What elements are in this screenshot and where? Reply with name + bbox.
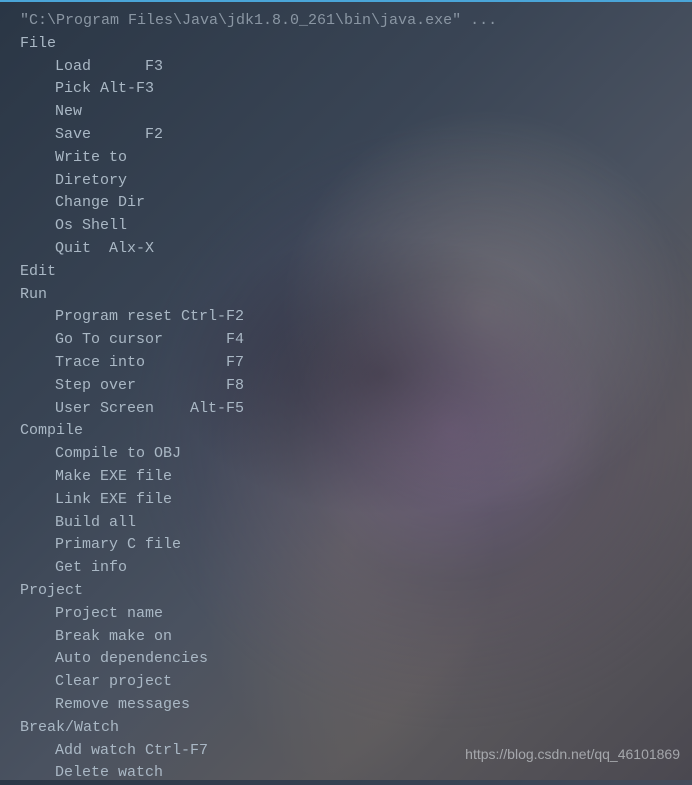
menu-item: Build all xyxy=(20,512,692,535)
menu-item: Program reset Ctrl-F2 xyxy=(20,306,692,329)
menu-item: Change Dir xyxy=(20,192,692,215)
menu-item: Load F3 xyxy=(20,56,692,79)
menu-item: Make EXE file xyxy=(20,466,692,489)
menu-section-file: File xyxy=(20,33,692,56)
menu-section-break-watch: Break/Watch xyxy=(20,717,692,740)
menu-item: User Screen Alt-F5 xyxy=(20,398,692,421)
menu-item: Os Shell xyxy=(20,215,692,238)
menu-item: Step over F8 xyxy=(20,375,692,398)
menu-item: Trace into F7 xyxy=(20,352,692,375)
menu-item: Diretory xyxy=(20,170,692,193)
command-header: "C:\Program Files\Java\jdk1.8.0_261\bin\… xyxy=(20,10,692,33)
menu-section-edit: Edit xyxy=(20,261,692,284)
menu-section-project: Project xyxy=(20,580,692,603)
menu-item: Project name xyxy=(20,603,692,626)
menu-item: Write to xyxy=(20,147,692,170)
menu-item: Go To cursor F4 xyxy=(20,329,692,352)
menu-item: Remove messages xyxy=(20,694,692,717)
menu-item: Compile to OBJ xyxy=(20,443,692,466)
menu-item: New xyxy=(20,101,692,124)
menu-section-compile: Compile xyxy=(20,420,692,443)
console-output: "C:\Program Files\Java\jdk1.8.0_261\bin\… xyxy=(0,2,692,785)
menu-list: FileLoad F3Pick Alt-F3NewSave F2Write to… xyxy=(20,33,692,785)
menu-item: Clear project xyxy=(20,671,692,694)
menu-item: Save F2 xyxy=(20,124,692,147)
menu-item: Break make on xyxy=(20,626,692,649)
watermark-text: https://blog.csdn.net/qq_46101869 xyxy=(465,743,680,766)
menu-section-run: Run xyxy=(20,284,692,307)
menu-item: Quit Alx-X xyxy=(20,238,692,261)
menu-item: Get info xyxy=(20,557,692,580)
menu-item: Pick Alt-F3 xyxy=(20,78,692,101)
menu-item: Primary C file xyxy=(20,534,692,557)
menu-item: Link EXE file xyxy=(20,489,692,512)
menu-item: Auto dependencies xyxy=(20,648,692,671)
